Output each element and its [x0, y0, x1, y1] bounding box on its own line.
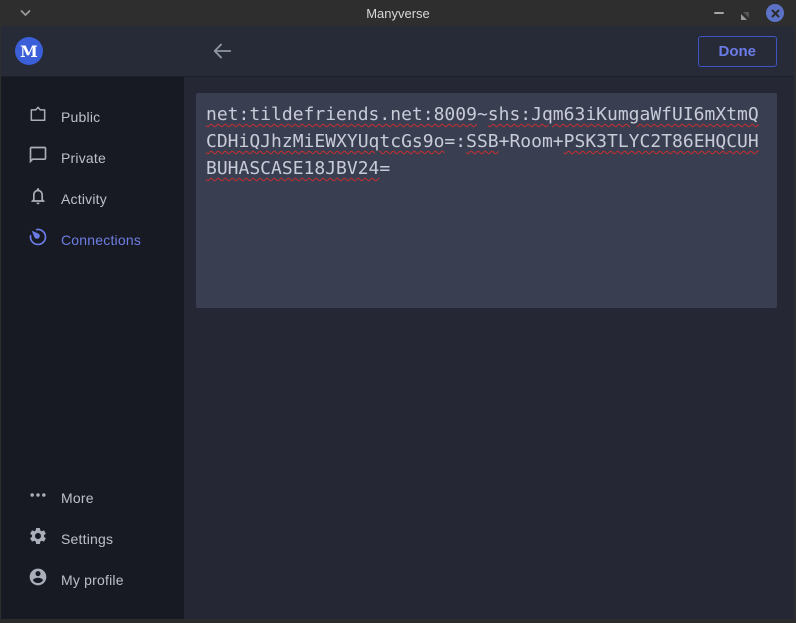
invite-code-segment: +Room+: [499, 131, 564, 152]
sidebar-item-connections[interactable]: Connections: [1, 219, 184, 260]
sidebar-item-label: Settings: [61, 531, 113, 547]
window-controls: [714, 4, 796, 22]
bulletin-board-icon: [28, 104, 48, 129]
sidebar-item-more[interactable]: More: [1, 477, 184, 518]
sidebar-item-label: My profile: [61, 572, 124, 588]
sidebar-item-public[interactable]: Public: [1, 96, 184, 137]
message-bubble-icon: [28, 145, 48, 170]
sidebar-nav-top: Public Private Activity: [1, 77, 184, 260]
sidebar-item-private[interactable]: Private: [1, 137, 184, 178]
chevron-down-icon[interactable]: [20, 9, 31, 17]
app-body: M Public Private: [0, 26, 796, 619]
bell-icon: [28, 186, 48, 211]
invite-code-segment: SSB: [466, 131, 499, 152]
sidebar-item-label: More: [61, 490, 94, 506]
titlebar: Manyverse: [0, 0, 796, 26]
sidebar-item-label: Connections: [61, 232, 141, 248]
connections-dial-icon: [28, 227, 48, 252]
main-panel: Done net:tildefriends.net:8009~shs:Jqm63…: [184, 26, 794, 619]
sidebar-item-label: Activity: [61, 191, 107, 207]
minimize-icon[interactable]: [714, 12, 724, 14]
sidebar-item-activity[interactable]: Activity: [1, 178, 184, 219]
window-bottom-border: [0, 619, 796, 623]
ellipsis-icon: [28, 485, 48, 510]
done-button[interactable]: Done: [698, 36, 778, 67]
close-icon[interactable]: [766, 4, 784, 22]
back-arrow-icon[interactable]: [211, 40, 233, 62]
gear-icon: [28, 526, 48, 551]
logo-strip: M: [1, 26, 184, 77]
sidebar: M Public Private: [1, 26, 184, 619]
manyverse-window: Manyverse M: [0, 0, 796, 623]
sidebar-item-my-profile[interactable]: My profile: [1, 559, 184, 600]
invite-code-segment: ~: [477, 104, 488, 125]
sidebar-item-label: Private: [61, 150, 106, 166]
restore-icon[interactable]: [740, 8, 750, 18]
screen-header: Done: [184, 26, 794, 77]
sidebar-nav-bottom: More Settings My profile: [1, 477, 184, 619]
invite-code-segment: net:tildefriends.net:8009: [206, 104, 477, 125]
window-title: Manyverse: [0, 6, 796, 21]
invite-code-segment: =: [379, 158, 390, 179]
invite-screen-content: net:tildefriends.net:8009~shs:Jqm63iKumg…: [184, 77, 794, 619]
invite-code-segment: =:: [444, 131, 466, 152]
invite-code-textarea[interactable]: net:tildefriends.net:8009~shs:Jqm63iKumg…: [196, 93, 777, 308]
sidebar-item-label: Public: [61, 109, 100, 125]
account-circle-icon: [28, 567, 48, 592]
sidebar-item-settings[interactable]: Settings: [1, 518, 184, 559]
manyverse-logo-icon: M: [15, 37, 43, 65]
